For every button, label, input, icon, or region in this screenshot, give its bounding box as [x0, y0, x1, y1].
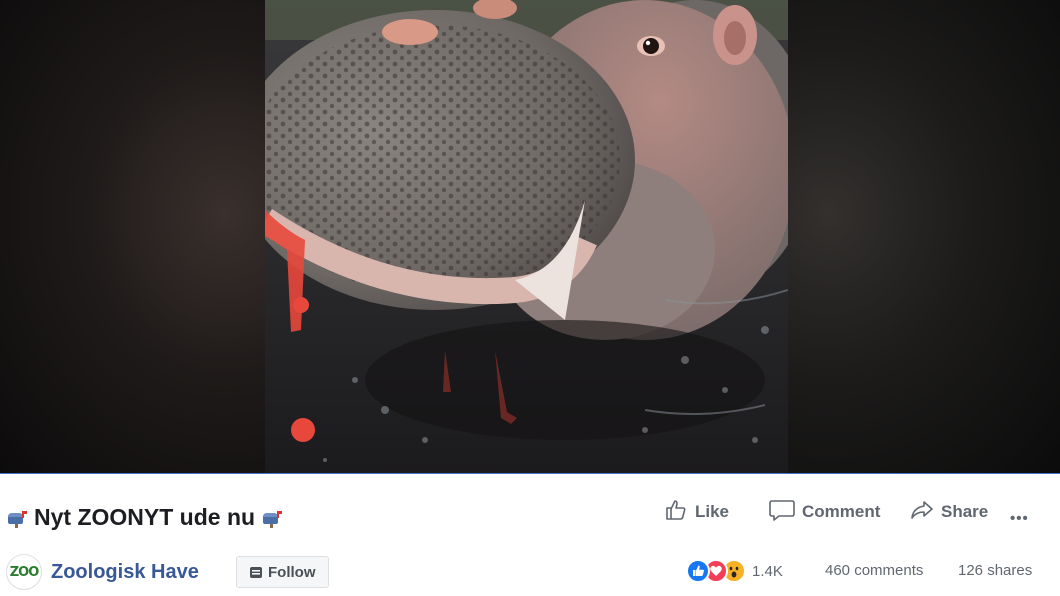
video-progress-border — [0, 473, 1060, 474]
video-frame[interactable] — [265, 0, 788, 474]
reactions-summary[interactable]: 1.4K — [686, 558, 783, 584]
mailbox-icon — [261, 507, 283, 528]
video-player[interactable] — [0, 0, 1060, 474]
video-blur-backdrop-right — [788, 0, 1060, 474]
hippo-video-still — [265, 0, 788, 474]
mailbox-icon — [6, 507, 28, 528]
like-button[interactable]: Like — [664, 497, 729, 527]
share-label: Share — [941, 502, 989, 521]
post-title-row: Nyt ZOONYT ude nu — [6, 503, 283, 531]
more-options-icon: ••• — [1010, 509, 1029, 527]
comments-count-link[interactable]: 460 comments — [825, 562, 923, 579]
more-options-button[interactable]: ••• — [1010, 503, 1029, 533]
thumbs-up-icon — [664, 498, 688, 527]
video-blur-backdrop-left — [0, 0, 265, 474]
shares-count-link[interactable]: 126 shares — [958, 562, 1032, 579]
comment-label: Comment — [802, 502, 881, 521]
follow-button[interactable]: Follow — [236, 556, 329, 588]
share-button[interactable]: Share — [910, 497, 988, 527]
like-reaction-icon — [686, 559, 710, 583]
page-name-link[interactable]: Zoologisk Have — [51, 561, 199, 584]
page-attribution: ZOO Zoologisk Have — [6, 554, 199, 590]
follow-label: Follow — [268, 563, 316, 581]
comment-bubble-icon — [769, 498, 795, 527]
post-title: Nyt ZOONYT ude nu — [34, 503, 256, 530]
share-arrow-icon — [910, 498, 934, 527]
page-avatar[interactable]: ZOO — [6, 554, 42, 590]
reactions-count: 1.4K — [752, 562, 783, 580]
follow-icon — [249, 565, 263, 579]
avatar-logo-text: ZOO — [9, 564, 40, 580]
like-label: Like — [695, 502, 730, 521]
comment-button[interactable]: Comment — [769, 497, 880, 527]
